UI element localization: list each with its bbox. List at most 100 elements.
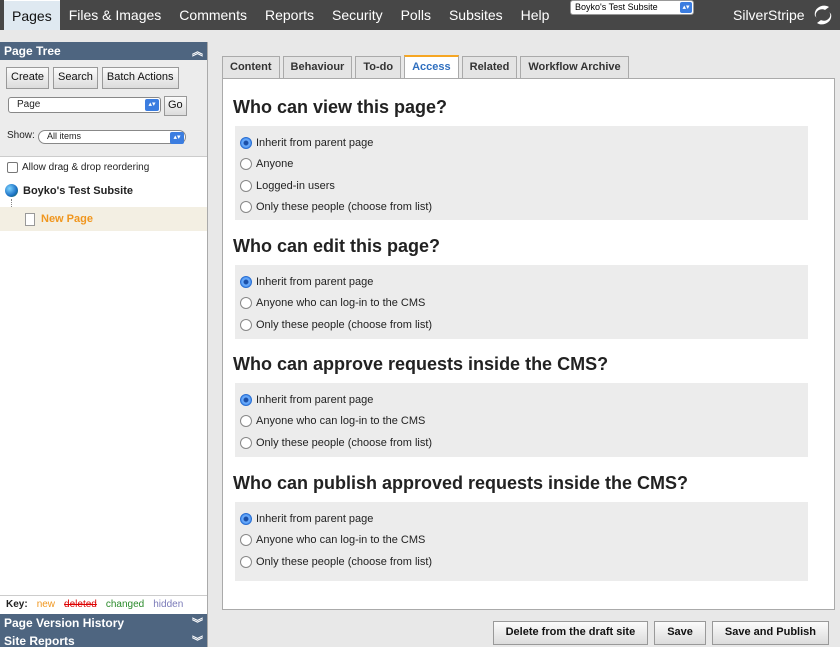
radio-button[interactable] <box>240 534 252 547</box>
page-icon <box>25 212 35 226</box>
radio-button[interactable] <box>240 436 252 449</box>
radio-button-selected[interactable] <box>240 393 252 406</box>
radio-option[interactable]: Only these people (choose from list) <box>240 314 803 336</box>
radio-option[interactable]: Inherit from parent page <box>240 389 803 411</box>
save-and-publish-button[interactable]: Save and Publish <box>711 621 829 645</box>
tree-root-node[interactable]: Boyko's Test Subsite <box>5 184 133 197</box>
page-tree-header[interactable]: Page Tree ︽ <box>0 42 207 60</box>
radio-option[interactable]: Only these people (choose from list) <box>240 197 803 219</box>
show-filter-select[interactable]: All items ▴▾ <box>38 130 186 144</box>
tab-behaviour[interactable]: Behaviour <box>282 56 353 78</box>
radio-label: Anyone who can log-in to the CMS <box>256 534 426 547</box>
main-content: Content Behaviour To-do Access Related W… <box>210 42 840 647</box>
radio-button[interactable] <box>240 318 252 331</box>
subsite-select-value: Boyko's Test Subsite <box>575 2 658 12</box>
key-deleted: deleted <box>64 599 97 610</box>
select-arrows-icon: ▴▾ <box>680 2 692 13</box>
radio-option[interactable]: Anyone who can log-in to the CMS <box>240 530 803 552</box>
key-label: Key: <box>6 599 28 610</box>
radio-label: Only these people (choose from list) <box>256 555 433 568</box>
search-button[interactable]: Search <box>53 67 98 89</box>
save-button[interactable]: Save <box>654 621 706 645</box>
nav-tab-subsites[interactable]: Subsites <box>440 0 512 30</box>
section-title-edit: Who can edit this page? <box>233 236 441 256</box>
section-title-view: Who can view this page? <box>233 97 448 117</box>
show-filter-value: All items <box>47 131 82 141</box>
radio-label: Anyone who can log-in to the CMS <box>256 415 426 428</box>
radio-option[interactable]: Logged-in users <box>240 175 803 197</box>
expand-chevron-icon[interactable]: ︾ <box>192 615 203 631</box>
drag-drop-checkbox[interactable] <box>7 162 18 173</box>
nav-tab-pages[interactable]: Pages <box>4 0 60 30</box>
expand-chevron-icon[interactable]: ︾ <box>192 633 203 647</box>
page-tree-title: Page Tree <box>4 44 61 58</box>
radio-button[interactable] <box>240 158 252 171</box>
nav-tab-reports[interactable]: Reports <box>256 0 323 30</box>
delete-draft-button[interactable]: Delete from the draft site <box>492 621 649 645</box>
radio-label: Anyone <box>256 158 294 171</box>
page-type-value: Page <box>17 99 41 110</box>
radio-option[interactable]: Anyone who can log-in to the CMS <box>240 411 803 433</box>
radio-button-selected[interactable] <box>240 512 252 525</box>
radio-button[interactable] <box>240 179 252 192</box>
site-reports-header[interactable]: Site Reports ︾ <box>0 632 207 647</box>
radio-group-edit: Inherit from parent page Anyone who can … <box>235 265 808 339</box>
radio-button-selected[interactable] <box>240 136 252 149</box>
radio-label: Anyone who can log-in to the CMS <box>256 297 426 310</box>
radio-label: Inherit from parent page <box>256 512 374 525</box>
nav-tab-security[interactable]: Security <box>323 0 392 30</box>
tab-access[interactable]: Access <box>404 55 459 78</box>
radio-option[interactable]: Inherit from parent page <box>240 132 803 154</box>
radio-label: Inherit from parent page <box>256 393 374 406</box>
key-changed: changed <box>105 599 145 610</box>
nav-tab-comments[interactable]: Comments <box>170 0 256 30</box>
page-version-history-header[interactable]: Page Version History ︾ <box>0 614 207 632</box>
form-actions: Delete from the draft site Save Save and… <box>492 621 829 645</box>
tree-button-row: Create Search Batch Actions <box>6 67 179 89</box>
radio-option[interactable]: Only these people (choose from list) <box>240 432 803 454</box>
radio-button[interactable] <box>240 415 252 428</box>
tree-node-new-page[interactable]: New Page <box>0 207 207 231</box>
radio-label: Inherit from parent page <box>256 136 374 149</box>
create-button[interactable]: Create <box>6 67 50 89</box>
tab-todo[interactable]: To-do <box>355 56 402 78</box>
edit-tabs: Content Behaviour To-do Access Related W… <box>222 55 629 78</box>
nav-tab-polls[interactable]: Polls <box>392 0 440 30</box>
radio-button[interactable] <box>240 201 252 214</box>
radio-label: Inherit from parent page <box>256 275 374 288</box>
nav-tab-help[interactable]: Help <box>512 0 559 30</box>
tab-related[interactable]: Related <box>461 56 518 78</box>
radio-label: Only these people (choose from list) <box>256 201 433 214</box>
drag-drop-toggle[interactable]: Allow drag & drop reordering <box>0 156 207 178</box>
radio-option[interactable]: Anyone who can log-in to the CMS <box>240 293 803 315</box>
radio-group-approve: Inherit from parent page Anyone who can … <box>235 383 808 457</box>
key-hidden: hidden <box>153 599 184 610</box>
tab-content[interactable]: Content <box>222 56 280 78</box>
radio-button[interactable] <box>240 297 252 310</box>
radio-group-publish: Inherit from parent page Anyone who can … <box>235 502 808 581</box>
tree-root-label: Boyko's Test Subsite <box>23 184 133 197</box>
collapse-chevron-icon[interactable]: ︽ <box>192 43 203 59</box>
globe-icon <box>5 184 18 197</box>
radio-option[interactable]: Anyone <box>240 154 803 176</box>
key-new: new <box>36 599 56 610</box>
page-version-history-title: Page Version History <box>4 616 125 630</box>
tab-workflow-archive[interactable]: Workflow Archive <box>520 56 629 78</box>
section-title-publish: Who can publish approved requests inside… <box>233 473 689 493</box>
radio-option[interactable]: Inherit from parent page <box>240 271 803 293</box>
nav-tab-files-images[interactable]: Files & Images <box>60 0 171 30</box>
drag-drop-label: Allow drag & drop reordering <box>22 162 150 173</box>
go-button[interactable]: Go <box>164 96 187 116</box>
top-navigation: Pages Files & Images Comments Reports Se… <box>0 0 840 30</box>
radio-label: Logged-in users <box>256 179 335 192</box>
page-type-select[interactable]: Page ▴▾ <box>8 97 161 113</box>
batch-actions-button[interactable]: Batch Actions <box>101 67 179 89</box>
radio-button[interactable] <box>240 555 252 568</box>
silverstripe-logo-icon <box>814 5 832 25</box>
radio-option[interactable]: Only these people (choose from list) <box>240 551 803 573</box>
radio-option[interactable]: Inherit from parent page <box>240 508 803 530</box>
subsite-select[interactable]: Boyko's Test Subsite ▴▾ <box>570 0 694 15</box>
radio-label: Only these people (choose from list) <box>256 436 433 449</box>
access-form: Who can view this page? Inherit from par… <box>222 78 835 610</box>
radio-button-selected[interactable] <box>240 275 252 288</box>
